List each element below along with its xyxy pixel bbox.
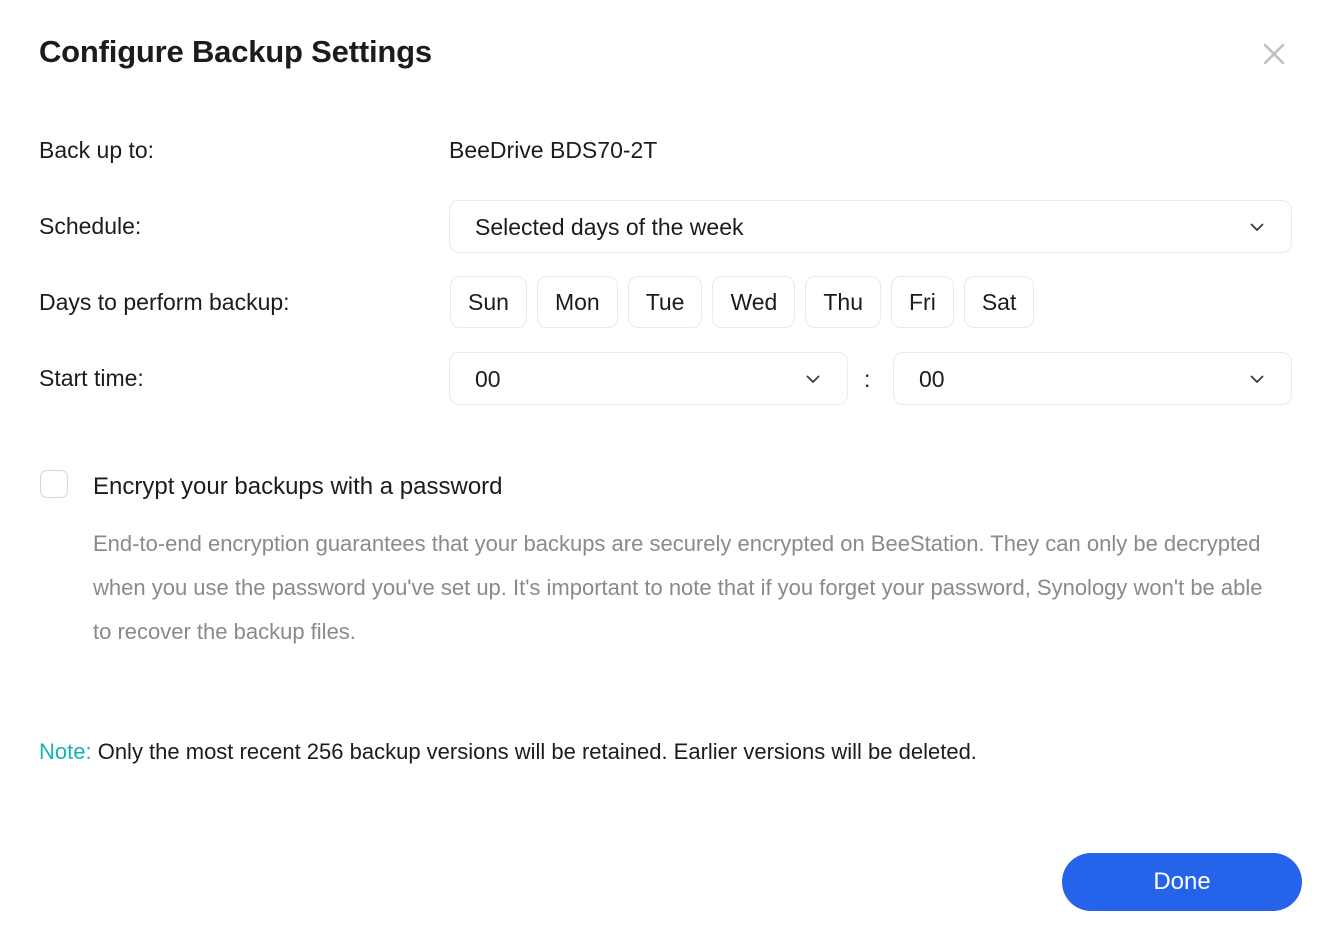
day-chip-thu[interactable]: Thu [805,276,881,328]
start-time-minute-select[interactable]: 00 [893,352,1292,405]
schedule-label: Schedule: [39,213,142,239]
encrypt-backups-label[interactable]: Encrypt your backups with a password [93,471,503,503]
day-chip-tue[interactable]: Tue [627,276,703,328]
start-time-label: Start time: [39,365,144,391]
backup-to-value: BeeDrive BDS70-2T [449,137,658,163]
encryption-description: End-to-end encryption guarantees that yo… [93,531,1263,644]
done-button[interactable]: Done [1062,853,1302,911]
start-time-separator: : [864,366,871,392]
day-chip-wed[interactable]: Wed [712,276,796,328]
chevron-down-icon [1245,367,1269,391]
start-time-minute-value: 00 [919,365,945,392]
backup-to-label: Back up to: [39,137,155,163]
close-icon [1263,43,1285,65]
note-text: Only the most recent 256 backup versions… [91,739,977,764]
schedule-select[interactable]: Selected days of the week [449,200,1292,253]
schedule-select-value: Selected days of the week [475,213,744,240]
page-title: Configure Backup Settings [39,34,432,69]
start-time-hour-value: 00 [475,365,501,392]
day-chip-sat[interactable]: Sat [963,276,1035,328]
dialog-footer: Done [0,845,1344,936]
configure-backup-settings-dialog: Configure Backup Settings Back up to: Be… [0,0,1344,936]
chevron-down-icon [801,367,825,391]
day-chip-sun[interactable]: Sun [450,276,527,328]
day-chip-fri[interactable]: Fri [891,276,954,328]
days-selector: Sun Mon Tue Wed Thu Fri Sat [450,276,1035,328]
retention-note: Note: Only the most recent 256 backup ve… [39,730,1239,774]
encrypt-backups-checkbox[interactable] [40,470,68,498]
day-chip-mon[interactable]: Mon [536,276,618,328]
chevron-down-icon [1245,215,1269,239]
dialog-header: Configure Backup Settings [0,0,1344,100]
close-button[interactable] [1256,36,1292,72]
days-to-perform-backup-label: Days to perform backup: [39,289,290,315]
start-time-hour-select[interactable]: 00 [449,352,848,405]
note-prefix: Note: [39,739,92,764]
